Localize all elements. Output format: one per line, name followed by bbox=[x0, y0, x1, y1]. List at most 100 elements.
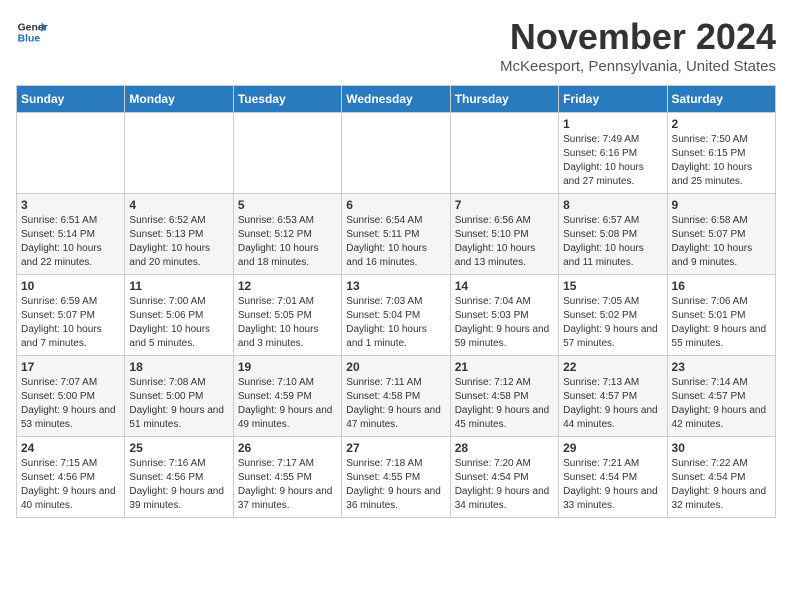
day-info: Sunrise: 7:06 AM Sunset: 5:01 PM Dayligh… bbox=[672, 295, 771, 351]
day-cell: 11Sunrise: 7:00 AM Sunset: 5:06 PM Dayli… bbox=[125, 275, 233, 356]
day-cell: 24Sunrise: 7:15 AM Sunset: 4:56 PM Dayli… bbox=[17, 437, 125, 518]
day-number: 16 bbox=[672, 279, 771, 293]
day-info: Sunrise: 6:57 AM Sunset: 5:08 PM Dayligh… bbox=[563, 214, 662, 270]
day-cell bbox=[450, 113, 558, 194]
day-info: Sunrise: 6:52 AM Sunset: 5:13 PM Dayligh… bbox=[129, 214, 228, 270]
day-number: 22 bbox=[563, 360, 662, 374]
day-number: 30 bbox=[672, 441, 771, 455]
day-number: 10 bbox=[21, 279, 120, 293]
day-info: Sunrise: 6:59 AM Sunset: 5:07 PM Dayligh… bbox=[21, 295, 120, 351]
day-number: 24 bbox=[21, 441, 120, 455]
day-cell: 27Sunrise: 7:18 AM Sunset: 4:55 PM Dayli… bbox=[342, 437, 450, 518]
day-cell: 22 Sunrise: 7:13 AM Sunset: 4:57 PM Dayli… bbox=[559, 356, 667, 437]
day-cell: 3 Sunrise: 6:51 AM Sunset: 5:14 PM Daylig… bbox=[17, 194, 125, 275]
day-info: Sunrise: 7:00 AM Sunset: 5:06 PM Dayligh… bbox=[129, 295, 228, 351]
logo: General Blue bbox=[16, 16, 48, 48]
week-row-4: 17 Sunrise: 7:07 AM Sunset: 5:00 PM Dayli… bbox=[17, 356, 776, 437]
weekday-header-saturday: Saturday bbox=[667, 86, 775, 113]
week-row-3: 10 Sunrise: 6:59 AM Sunset: 5:07 PM Dayli… bbox=[17, 275, 776, 356]
day-cell: 7Sunrise: 6:56 AM Sunset: 5:10 PM Daylig… bbox=[450, 194, 558, 275]
day-number: 15 bbox=[563, 279, 662, 293]
day-info: Sunrise: 7:01 AM Sunset: 5:05 PM Dayligh… bbox=[238, 295, 337, 351]
day-info: Sunrise: 7:07 AM Sunset: 5:00 PM Dayligh… bbox=[21, 376, 120, 432]
day-cell: 8Sunrise: 6:57 AM Sunset: 5:08 PM Daylig… bbox=[559, 194, 667, 275]
day-info: Sunrise: 7:17 AM Sunset: 4:55 PM Dayligh… bbox=[238, 457, 337, 513]
day-info: Sunrise: 7:10 AM Sunset: 4:59 PM Dayligh… bbox=[238, 376, 337, 432]
day-info: Sunrise: 7:08 AM Sunset: 5:00 PM Dayligh… bbox=[129, 376, 228, 432]
day-number: 2 bbox=[672, 117, 771, 131]
day-cell: 28Sunrise: 7:20 AM Sunset: 4:54 PM Dayli… bbox=[450, 437, 558, 518]
day-number: 13 bbox=[346, 279, 445, 293]
week-row-5: 24Sunrise: 7:15 AM Sunset: 4:56 PM Dayli… bbox=[17, 437, 776, 518]
day-info: Sunrise: 7:18 AM Sunset: 4:55 PM Dayligh… bbox=[346, 457, 445, 513]
day-info: Sunrise: 7:12 AM Sunset: 4:58 PM Dayligh… bbox=[455, 376, 554, 432]
svg-text:Blue: Blue bbox=[18, 34, 41, 45]
day-info: Sunrise: 7:14 AM Sunset: 4:57 PM Dayligh… bbox=[672, 376, 771, 432]
day-cell: 21 Sunrise: 7:12 AM Sunset: 4:58 PM Dayli… bbox=[450, 356, 558, 437]
day-info: Sunrise: 6:51 AM Sunset: 5:14 PM Dayligh… bbox=[21, 214, 120, 270]
day-number: 23 bbox=[672, 360, 771, 374]
day-info: Sunrise: 7:05 AM Sunset: 5:02 PM Dayligh… bbox=[563, 295, 662, 351]
day-cell: 2 Sunrise: 7:50 AM Sunset: 6:15 PM Daylig… bbox=[667, 113, 775, 194]
day-info: Sunrise: 7:16 AM Sunset: 4:56 PM Dayligh… bbox=[129, 457, 228, 513]
day-number: 5 bbox=[238, 198, 337, 212]
day-info: Sunrise: 7:04 AM Sunset: 5:03 PM Dayligh… bbox=[455, 295, 554, 351]
week-row-2: 3 Sunrise: 6:51 AM Sunset: 5:14 PM Daylig… bbox=[17, 194, 776, 275]
day-number: 18 bbox=[129, 360, 228, 374]
day-info: Sunrise: 6:53 AM Sunset: 5:12 PM Dayligh… bbox=[238, 214, 337, 270]
day-cell: 9 Sunrise: 6:58 AM Sunset: 5:07 PM Daylig… bbox=[667, 194, 775, 275]
day-info: Sunrise: 7:03 AM Sunset: 5:04 PM Dayligh… bbox=[346, 295, 445, 351]
day-cell bbox=[342, 113, 450, 194]
day-cell: 23 Sunrise: 7:14 AM Sunset: 4:57 PM Dayli… bbox=[667, 356, 775, 437]
day-number: 26 bbox=[238, 441, 337, 455]
day-info: Sunrise: 6:54 AM Sunset: 5:11 PM Dayligh… bbox=[346, 214, 445, 270]
weekday-header-monday: Monday bbox=[125, 86, 233, 113]
day-info: Sunrise: 7:49 AM Sunset: 6:16 PM Dayligh… bbox=[563, 133, 662, 189]
day-number: 6 bbox=[346, 198, 445, 212]
day-cell: 29 Sunrise: 7:21 AM Sunset: 4:54 PM Dayli… bbox=[559, 437, 667, 518]
day-number: 7 bbox=[455, 198, 554, 212]
day-cell: 26 Sunrise: 7:17 AM Sunset: 4:55 PM Dayli… bbox=[233, 437, 341, 518]
day-cell: 13 Sunrise: 7:03 AM Sunset: 5:04 PM Dayli… bbox=[342, 275, 450, 356]
day-cell: 15 Sunrise: 7:05 AM Sunset: 5:02 PM Dayli… bbox=[559, 275, 667, 356]
day-info: Sunrise: 7:22 AM Sunset: 4:54 PM Dayligh… bbox=[672, 457, 771, 513]
day-cell: 5 Sunrise: 6:53 AM Sunset: 5:12 PM Daylig… bbox=[233, 194, 341, 275]
day-number: 29 bbox=[563, 441, 662, 455]
header: General Blue November 2024 McKeesport, P… bbox=[16, 16, 776, 75]
day-number: 25 bbox=[129, 441, 228, 455]
weekday-header-wednesday: Wednesday bbox=[342, 86, 450, 113]
location-title: McKeesport, Pennsylvania, United States bbox=[500, 58, 776, 75]
day-cell: 17 Sunrise: 7:07 AM Sunset: 5:00 PM Dayli… bbox=[17, 356, 125, 437]
day-cell: 4 Sunrise: 6:52 AM Sunset: 5:13 PM Daylig… bbox=[125, 194, 233, 275]
day-cell: 20 Sunrise: 7:11 AM Sunset: 4:58 PM Dayli… bbox=[342, 356, 450, 437]
day-number: 21 bbox=[455, 360, 554, 374]
day-number: 4 bbox=[129, 198, 228, 212]
title-area: November 2024 McKeesport, Pennsylvania, … bbox=[500, 16, 776, 75]
day-cell: 6 Sunrise: 6:54 AM Sunset: 5:11 PM Daylig… bbox=[342, 194, 450, 275]
day-cell: 16 Sunrise: 7:06 AM Sunset: 5:01 PM Dayli… bbox=[667, 275, 775, 356]
day-info: Sunrise: 7:50 AM Sunset: 6:15 PM Dayligh… bbox=[672, 133, 771, 189]
day-number: 17 bbox=[21, 360, 120, 374]
day-info: Sunrise: 7:20 AM Sunset: 4:54 PM Dayligh… bbox=[455, 457, 554, 513]
day-cell: 30 Sunrise: 7:22 AM Sunset: 4:54 PM Dayli… bbox=[667, 437, 775, 518]
day-number: 3 bbox=[21, 198, 120, 212]
day-number: 9 bbox=[672, 198, 771, 212]
weekday-header-thursday: Thursday bbox=[450, 86, 558, 113]
day-cell: 19Sunrise: 7:10 AM Sunset: 4:59 PM Dayli… bbox=[233, 356, 341, 437]
day-cell: 1 Sunrise: 7:49 AM Sunset: 6:16 PM Daylig… bbox=[559, 113, 667, 194]
weekday-header-friday: Friday bbox=[559, 86, 667, 113]
day-info: Sunrise: 7:13 AM Sunset: 4:57 PM Dayligh… bbox=[563, 376, 662, 432]
logo-icon: General Blue bbox=[16, 16, 48, 48]
day-number: 12 bbox=[238, 279, 337, 293]
weekday-header-tuesday: Tuesday bbox=[233, 86, 341, 113]
day-cell: 14Sunrise: 7:04 AM Sunset: 5:03 PM Dayli… bbox=[450, 275, 558, 356]
day-number: 1 bbox=[563, 117, 662, 131]
day-cell bbox=[17, 113, 125, 194]
day-cell bbox=[125, 113, 233, 194]
day-number: 20 bbox=[346, 360, 445, 374]
day-info: Sunrise: 7:11 AM Sunset: 4:58 PM Dayligh… bbox=[346, 376, 445, 432]
day-info: Sunrise: 6:58 AM Sunset: 5:07 PM Dayligh… bbox=[672, 214, 771, 270]
day-info: Sunrise: 7:21 AM Sunset: 4:54 PM Dayligh… bbox=[563, 457, 662, 513]
month-title: November 2024 bbox=[500, 16, 776, 58]
calendar-table: SundayMondayTuesdayWednesdayThursdayFrid… bbox=[16, 85, 776, 518]
